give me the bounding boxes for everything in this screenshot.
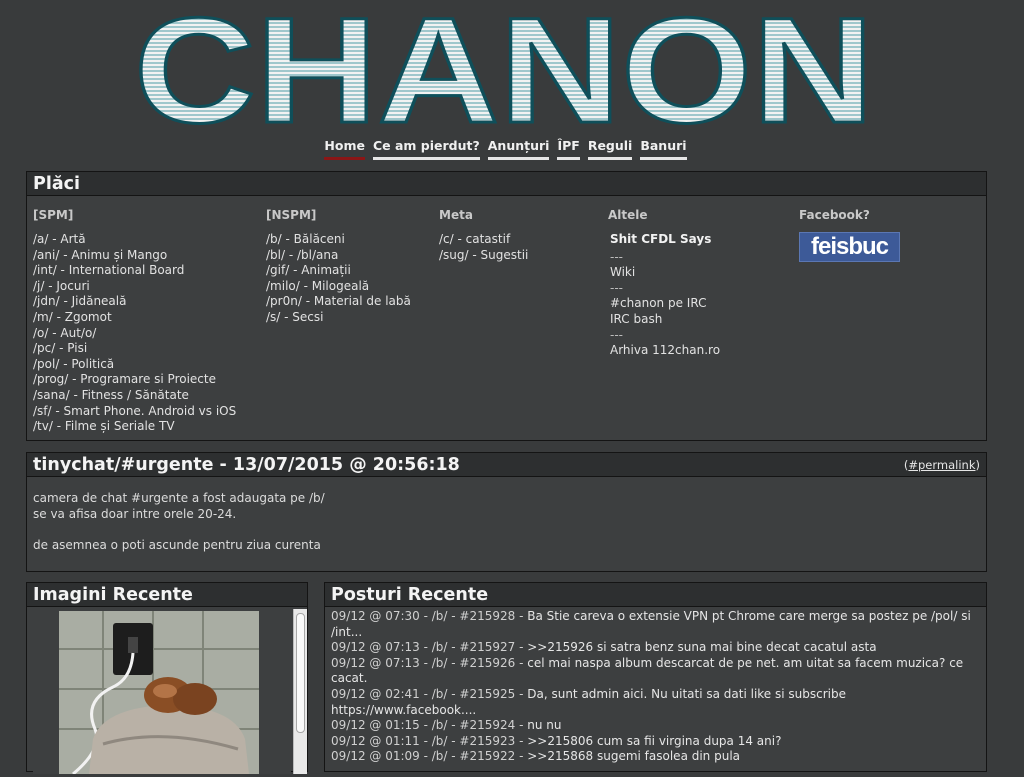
permalink-close-paren: ) (975, 458, 981, 472)
post-meta: 09/12 @ 01:11 - /b/ - #215923 - (331, 733, 528, 748)
post-meta: 09/12 @ 07:13 - /b/ - #215926 - (331, 655, 528, 670)
other-link: --- (610, 327, 623, 342)
recent-images-panel: Imagini Recente (26, 582, 308, 776)
boards-panel: Plăci [SPM] /a/ - Artă/ani/ - Animu și M… (26, 171, 987, 441)
spm-heading: [SPM] (33, 208, 74, 222)
recent-post[interactable]: 09/12 @ 01:09 - /b/ - #215922 - >>215868… (331, 749, 980, 765)
meta-column: Meta /c/ - catastif/sug/ - Sugestii (439, 208, 528, 263)
news-line (33, 522, 980, 538)
board-link[interactable]: /pc/ - Pisi (33, 341, 236, 357)
board-link[interactable]: /m/ - Zgomot (33, 310, 236, 326)
board-link[interactable]: /sf/ - Smart Phone. Android vs iOS (33, 404, 236, 420)
board-link[interactable]: /jdn/ - Jidăneală (33, 294, 236, 310)
recent-post[interactable]: 09/12 @ 07:13 - /b/ - #215926 - cel mai … (331, 656, 980, 687)
board-link[interactable]: /gif/ - Animații (266, 263, 411, 279)
recent-posts-title: Posturi Recente (325, 583, 986, 607)
post-meta: 09/12 @ 01:15 - /b/ - #215924 - (331, 718, 528, 733)
post-text[interactable]: >>215926 si satra benz suna mai bine dec… (527, 640, 876, 654)
svg-text:CHANON: CHANON (134, 0, 874, 130)
board-link[interactable]: /sug/ - Sugestii (439, 248, 528, 264)
board-link[interactable]: /tv/ - Filme și Seriale TV (33, 419, 236, 435)
altele-heading: Altele (608, 208, 648, 222)
board-link[interactable]: /j/ - Jocuri (33, 279, 236, 295)
recent-posts-list: 09/12 @ 07:30 - /b/ - #215928 - Ba Stie … (325, 607, 986, 767)
recent-images-list (33, 609, 291, 776)
board-link[interactable]: /prog/ - Programare si Proiecte (33, 372, 236, 388)
news-header: tinychat/#urgente - 13/07/2015 @ 20:56:1… (27, 453, 986, 477)
board-link[interactable]: /int/ - International Board (33, 263, 236, 279)
board-link[interactable]: /sana/ - Fitness / Sănătate (33, 388, 236, 404)
news-line: se va afisa doar intre orele 20-24. (33, 506, 237, 521)
main-nav: Home Ce am pierdut? Anunțuri ÎPF Reguli … (0, 138, 1011, 160)
other-link[interactable]: Wiki (610, 265, 720, 281)
recent-post[interactable]: 09/12 @ 01:15 - /b/ - #215924 - nu nu (331, 718, 980, 734)
meta-heading: Meta (439, 208, 473, 222)
nav-ce-am-pierdut[interactable]: Ce am pierdut? (372, 138, 480, 160)
nspm-list: /b/ - Bălăceni/bl/ - /bl/ana/gif/ - Anim… (266, 232, 411, 326)
board-link[interactable]: /ani/ - Animu și Mango (33, 248, 236, 264)
board-link[interactable]: /pol/ - Politică (33, 357, 236, 373)
images-scrollbar-thumb[interactable] (296, 613, 305, 733)
board-link[interactable]: /bl/ - /bl/ana (266, 248, 411, 264)
other-link: --- (610, 249, 623, 264)
recent-post[interactable]: 09/12 @ 07:30 - /b/ - #215928 - Ba Stie … (331, 609, 980, 640)
nav-banuri[interactable]: Banuri (640, 138, 687, 160)
spm-column: [SPM] /a/ - Artă/ani/ - Animu și Mango/i… (33, 208, 236, 435)
permalink-link[interactable]: #permalink (908, 458, 975, 472)
permalink: (#permalink) (904, 455, 980, 474)
other-link[interactable]: #chanon pe IRC (610, 296, 720, 312)
post-meta: 09/12 @ 01:09 - /b/ - #215922 - (331, 749, 528, 764)
spm-list: /a/ - Artă/ani/ - Animu și Mango/int/ - … (33, 232, 236, 435)
post-meta: 09/12 @ 07:30 - /b/ - #215928 - (331, 609, 528, 623)
post-text[interactable]: >>215806 cum sa fii virgina dupa 14 ani? (527, 734, 781, 748)
boards-title: Plăci (27, 172, 986, 196)
board-link[interactable]: /pr0n/ - Material de labă (266, 294, 411, 310)
post-meta: 09/12 @ 07:13 - /b/ - #215927 - (331, 640, 528, 655)
board-link[interactable]: /b/ - Bălăceni (266, 232, 411, 248)
facebook-column: Facebook? feisbuc (799, 208, 900, 262)
post-text[interactable]: nu nu (527, 718, 561, 732)
chanon-logo[interactable]: CHANON (130, 0, 878, 130)
nav-ipf[interactable]: ÎPF (557, 138, 580, 160)
post-meta: 09/12 @ 02:41 - /b/ - #215925 - (331, 686, 528, 701)
recent-image-thumbnail[interactable] (33, 609, 291, 776)
nav-anunturi[interactable]: Anunțuri (487, 138, 550, 160)
board-link[interactable]: /s/ - Secsi (266, 310, 411, 326)
facebook-button[interactable]: feisbuc (799, 232, 900, 262)
facebook-heading: Facebook? (799, 208, 870, 222)
other-link[interactable]: Arhiva 112chan.ro (610, 343, 720, 359)
recent-images-title: Imagini Recente (27, 583, 307, 607)
other-link[interactable]: IRC bash (610, 312, 720, 328)
nav-home[interactable]: Home (324, 138, 365, 160)
meta-list: /c/ - catastif/sug/ - Sugestii (439, 232, 528, 263)
board-link[interactable]: /o/ - Aut/o/ (33, 326, 236, 342)
board-link[interactable]: /milo/ - Milogeală (266, 279, 411, 295)
altele-column: Altele Shit CFDL Says --- Wiki --- #chanon p… (608, 208, 720, 359)
board-link[interactable]: /a/ - Artă (33, 232, 236, 248)
recent-post[interactable]: 09/12 @ 07:13 - /b/ - #215927 - >>215926… (331, 640, 980, 656)
other-link[interactable]: Shit CFDL Says (610, 232, 720, 248)
images-scrollbar[interactable] (293, 609, 307, 774)
news-body: camera de chat #urgente a fost adaugata … (27, 477, 986, 567)
recent-post[interactable]: 09/12 @ 01:11 - /b/ - #215923 - >>215806… (331, 734, 980, 750)
news-line: de asemnea o poti ascunde pentru ziua cu… (33, 537, 321, 552)
recent-posts-panel: Posturi Recente 09/12 @ 07:30 - /b/ - #2… (324, 582, 987, 772)
news-line: camera de chat #urgente a fost adaugata … (33, 491, 325, 505)
nspm-heading: [NSPM] (266, 208, 317, 222)
altele-list: Shit CFDL Says --- Wiki --- #chanon pe IRC IR… (608, 232, 720, 359)
nav-reguli[interactable]: Reguli (587, 138, 633, 160)
other-link: --- (610, 280, 623, 295)
news-panel: tinychat/#urgente - 13/07/2015 @ 20:56:1… (26, 452, 987, 572)
recent-post[interactable]: 09/12 @ 02:41 - /b/ - #215925 - Da, sunt… (331, 687, 980, 718)
post-text[interactable]: >>215868 sugemi fasolea din pula (527, 749, 740, 763)
board-link[interactable]: /c/ - catastif (439, 232, 528, 248)
news-title: tinychat/#urgente - 13/07/2015 @ 20:56:1… (33, 455, 460, 475)
nspm-column: [NSPM] /b/ - Bălăceni/bl/ - /bl/ana/gif/… (266, 208, 411, 326)
